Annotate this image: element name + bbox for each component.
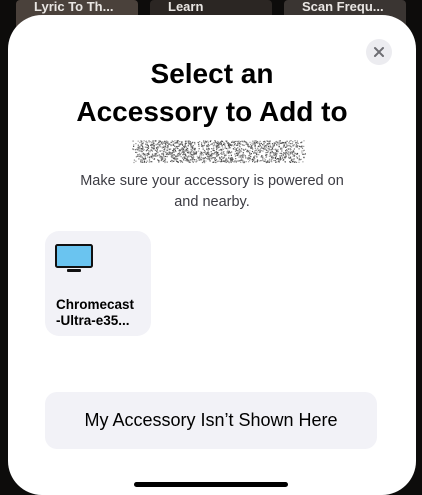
accessory-not-shown-button[interactable]: My Accessory Isn’t Shown Here xyxy=(45,392,377,449)
accessory-tile-chromecast[interactable]: Chromecast -Ultra-e35... xyxy=(45,231,151,336)
subtitle-line: and nearby. xyxy=(174,194,250,210)
add-accessory-sheet: Select an Accessory to Add to Make sure … xyxy=(8,15,416,495)
accessory-name-line: -Ultra-e35... xyxy=(56,313,130,328)
accessory-name-line: Chromecast xyxy=(56,297,135,312)
title-line: Accessory to Add to xyxy=(76,96,348,127)
tv-icon xyxy=(55,244,93,274)
home-indicator xyxy=(134,482,288,487)
dialog-subtitle: Make sure your accessory is powered on a… xyxy=(48,171,376,213)
title-line: Select an xyxy=(150,58,274,89)
subtitle-line: Make sure your accessory is powered on xyxy=(80,173,344,189)
dialog-title: Select an Accessory to Add to xyxy=(48,55,376,131)
redacted-home-name xyxy=(132,140,306,164)
accessory-name: Chromecast -Ultra-e35... xyxy=(56,297,148,329)
